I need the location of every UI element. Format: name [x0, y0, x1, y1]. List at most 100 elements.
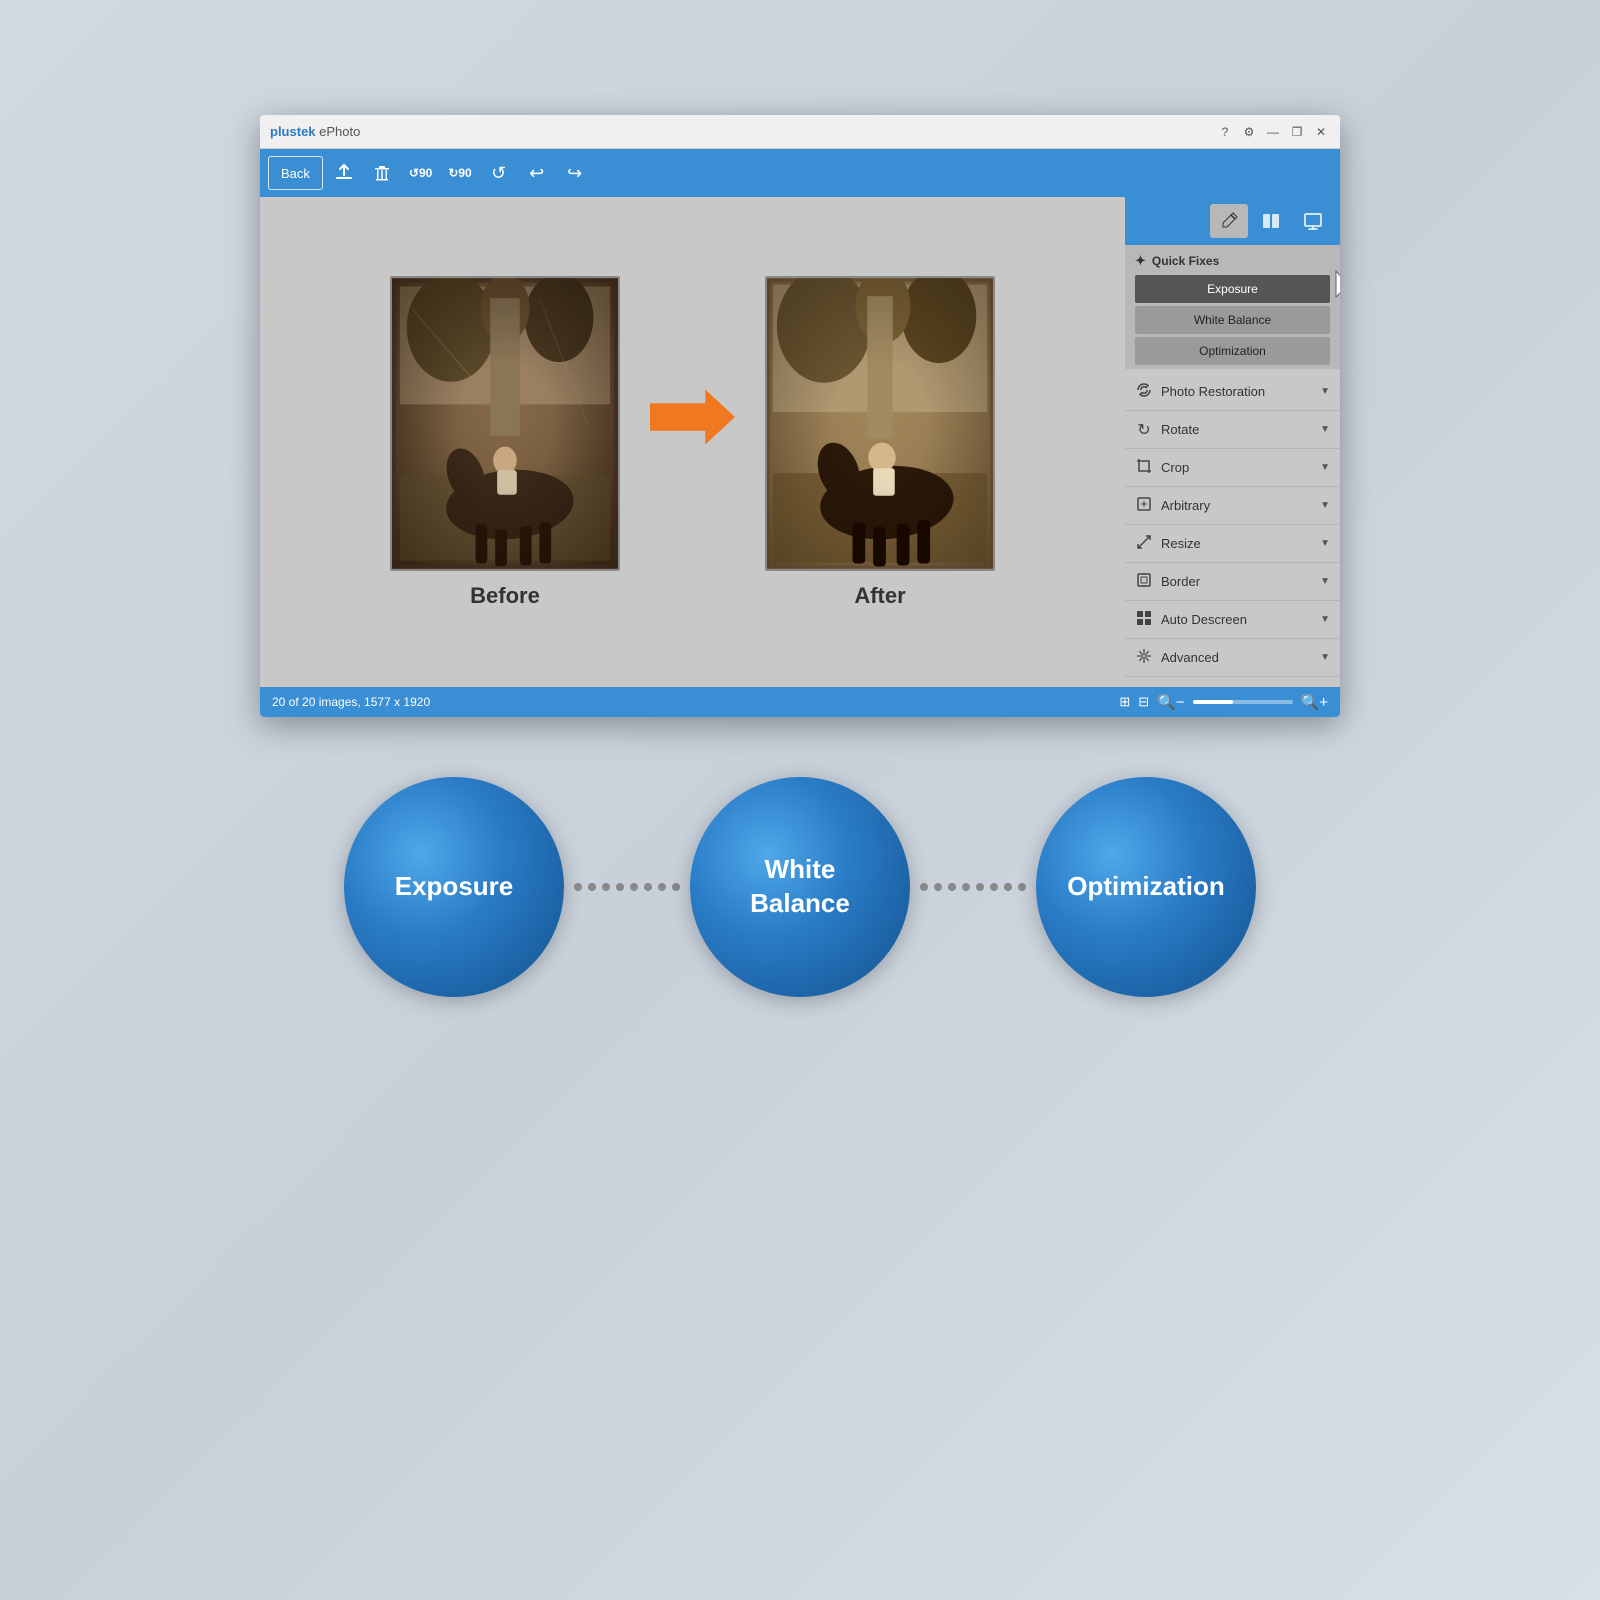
before-label: Before — [470, 583, 540, 609]
settings-button[interactable]: ⚙ — [1240, 123, 1258, 141]
exposure-circle[interactable]: Exposure — [344, 777, 564, 997]
main-toolbar: Back ↺90 ↻90 ↺ ↩ ↪ — [260, 149, 1340, 197]
panel-items-list: Photo Restoration ▼ ↻ Rotate ▼ Cro — [1125, 369, 1340, 687]
dot-7 — [658, 883, 666, 891]
dot-15 — [1004, 883, 1012, 891]
redo-button[interactable]: ↪ — [558, 156, 592, 190]
application-window: plustek ePhoto ? ⚙ — ❐ ✕ Back — [260, 115, 1340, 717]
maximize-button[interactable]: ❐ — [1288, 123, 1306, 141]
arrow-shape — [650, 390, 735, 445]
white-balance-circle-label: White Balance — [740, 843, 860, 931]
rotate-ccw-90-button[interactable]: ↺90 — [403, 156, 438, 190]
back-button[interactable]: Back — [268, 156, 323, 190]
panel-item-resize[interactable]: Resize ▼ — [1125, 525, 1340, 563]
right-panel: ✦ Quick Fixes Exposure White Balance Opt… — [1125, 197, 1340, 687]
optimization-circle[interactable]: Optimization — [1036, 777, 1256, 997]
compare-tab[interactable] — [1252, 204, 1290, 238]
panel-tabs — [1125, 197, 1340, 245]
crop-arrow: ▼ — [1320, 462, 1330, 473]
quick-fixes-title: Quick Fixes — [1152, 254, 1219, 268]
edit-tab[interactable] — [1210, 204, 1248, 238]
dot-14 — [990, 883, 998, 891]
quick-fixes-buttons: Exposure White Balance Optimization — [1135, 275, 1330, 365]
compare-view-icon[interactable]: ⊞ — [1119, 694, 1130, 710]
main-content: Before — [260, 197, 1340, 687]
rotate-icon: ↻ — [1135, 420, 1153, 440]
title-bar: plustek ePhoto ? ⚙ — ❐ ✕ — [260, 115, 1340, 149]
dot-1 — [574, 883, 582, 891]
export-tab[interactable] — [1294, 204, 1332, 238]
undo-button[interactable]: ↩ — [520, 156, 554, 190]
white-balance-button[interactable]: White Balance — [1135, 306, 1330, 334]
panel-item-border[interactable]: Border ▼ — [1125, 563, 1340, 601]
status-bar: 20 of 20 images, 1577 x 1920 ⊞ ⊟ 🔍− 🔍+ — [260, 687, 1340, 717]
dotted-connector-1 — [574, 883, 680, 891]
optimization-circle-label: Optimization — [1057, 860, 1234, 914]
quick-fixes-section: ✦ Quick Fixes Exposure White Balance Opt… — [1125, 245, 1340, 369]
resize-icon — [1135, 534, 1153, 553]
dotted-connector-2 — [920, 883, 1026, 891]
panel-item-rotate[interactable]: ↻ Rotate ▼ — [1125, 411, 1340, 449]
grid-view-icon[interactable]: ⊟ — [1138, 694, 1149, 710]
dot-4 — [616, 883, 624, 891]
quick-fixes-icon: ✦ — [1135, 253, 1146, 269]
zoom-out-icon[interactable]: 🔍− — [1157, 693, 1184, 711]
auto-descreen-label: Auto Descreen — [1161, 612, 1312, 627]
panel-item-crop[interactable]: Crop ▼ — [1125, 449, 1340, 487]
rotate-label: Rotate — [1161, 422, 1312, 437]
dot-6 — [644, 883, 652, 891]
panel-item-arbitrary[interactable]: Arbitrary ▼ — [1125, 487, 1340, 525]
zoom-in-icon[interactable]: 🔍+ — [1301, 693, 1328, 711]
crop-label: Crop — [1161, 460, 1312, 475]
exposure-button[interactable]: Exposure — [1135, 275, 1330, 303]
arbitrary-label: Arbitrary — [1161, 498, 1312, 513]
app-title: plustek ePhoto — [270, 124, 360, 139]
panel-item-advanced[interactable]: Advanced ▼ — [1125, 639, 1340, 677]
rotate-cw-90-button[interactable]: ↻90 — [442, 156, 477, 190]
dot-16 — [1018, 883, 1026, 891]
advanced-icon — [1135, 648, 1153, 667]
quick-fixes-header: ✦ Quick Fixes — [1135, 253, 1330, 269]
photo-restoration-label: Photo Restoration — [1161, 384, 1312, 399]
white-balance-circle[interactable]: White Balance — [690, 777, 910, 997]
dot-8 — [672, 883, 680, 891]
border-arrow: ▼ — [1320, 576, 1330, 587]
optimization-button[interactable]: Optimization — [1135, 337, 1330, 365]
auto-descreen-arrow: ▼ — [1320, 614, 1330, 625]
before-after-view: Before — [260, 256, 1125, 629]
resize-label: Resize — [1161, 536, 1312, 551]
after-panel: After — [765, 276, 995, 609]
exposure-circle-item: Exposure — [344, 777, 564, 997]
refresh-button[interactable]: ↺ — [482, 156, 516, 190]
before-photo — [390, 276, 620, 571]
dot-9 — [920, 883, 928, 891]
upload-button[interactable] — [327, 156, 361, 190]
dot-10 — [934, 883, 942, 891]
minimize-button[interactable]: — — [1264, 123, 1282, 141]
resize-arrow: ▼ — [1320, 538, 1330, 549]
advanced-label: Advanced — [1161, 650, 1312, 665]
dot-11 — [948, 883, 956, 891]
close-button[interactable]: ✕ — [1312, 123, 1330, 141]
app-logo: plustek ePhoto — [270, 124, 1216, 139]
dot-3 — [602, 883, 610, 891]
panel-item-auto-descreen[interactable]: Auto Descreen ▼ — [1125, 601, 1340, 639]
zoom-slider[interactable] — [1193, 700, 1293, 704]
dot-5 — [630, 883, 638, 891]
white-balance-circle-item: White Balance — [690, 777, 910, 997]
bottom-workflow-section: Exposure White Balance Optimization — [260, 777, 1340, 997]
help-button[interactable]: ? — [1216, 123, 1234, 141]
auto-descreen-icon — [1135, 610, 1153, 629]
zoom-controls: ⊞ ⊟ 🔍− 🔍+ — [1119, 693, 1328, 711]
after-label: After — [854, 583, 905, 609]
image-info: 20 of 20 images, 1577 x 1920 — [272, 695, 430, 709]
delete-button[interactable] — [365, 156, 399, 190]
advanced-arrow: ▼ — [1320, 652, 1330, 663]
rotate-arrow: ▼ — [1320, 424, 1330, 435]
panel-item-photo-restoration[interactable]: Photo Restoration ▼ — [1125, 373, 1340, 411]
window-controls: ? ⚙ — ❐ ✕ — [1216, 123, 1330, 141]
direction-arrow — [650, 390, 735, 445]
optimization-circle-item: Optimization — [1036, 777, 1256, 997]
dot-12 — [962, 883, 970, 891]
before-panel: Before — [390, 276, 620, 609]
